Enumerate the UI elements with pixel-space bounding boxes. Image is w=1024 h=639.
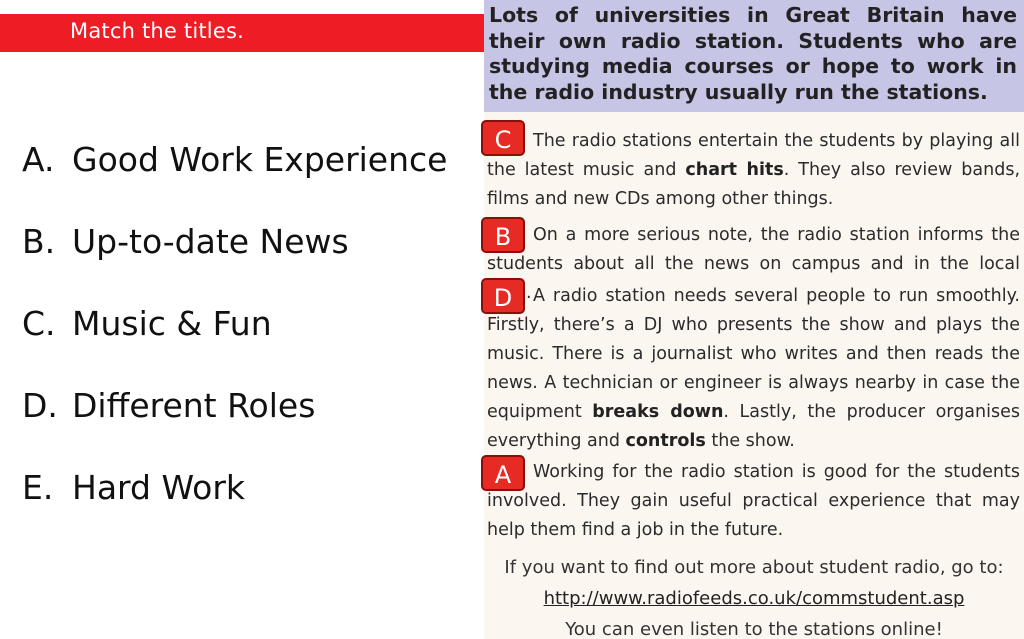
option-letter: E. — [22, 468, 54, 507]
footer-line: If you want to find out more about stude… — [504, 557, 1004, 578]
answer-badge-b: B — [481, 217, 525, 253]
article-paragraph-1: The radio stations entertain the student… — [487, 127, 1020, 214]
option-letter: A. — [22, 140, 55, 179]
radiofeeds-link[interactable]: http://www.radiofeeds.co.uk/commstudent.… — [484, 583, 1024, 614]
option-text: Different Roles — [72, 386, 316, 425]
option-letter: B. — [22, 222, 56, 261]
option-text: Hard Work — [72, 468, 246, 507]
option-e: E. Hard Work — [22, 468, 245, 507]
option-text: Up-to-date News — [72, 222, 349, 261]
answer-badge-c: C — [481, 120, 525, 156]
option-text: Good Work Experience — [72, 140, 448, 179]
option-c: C. Music & Fun — [22, 304, 272, 343]
paragraph-text: Working for the radio station is good fo… — [487, 462, 1020, 540]
answer-badge-a: A — [481, 455, 525, 491]
option-b: B. Up-to-date News — [22, 222, 349, 261]
article-footer: If you want to find out more about stude… — [484, 552, 1024, 639]
article-paragraph-3: A radio station needs several people to … — [487, 282, 1020, 456]
key-phrase: breaks down — [592, 402, 724, 422]
option-d: D. Different Roles — [22, 386, 315, 425]
option-a: A. Good Work Experience — [22, 140, 447, 179]
key-phrase: controls — [625, 431, 706, 451]
option-text: Music & Fun — [72, 304, 272, 343]
article-intro-box: Lots of universities in Great Britain ha… — [484, 0, 1024, 112]
header-bar: Match the titles. — [0, 14, 488, 52]
footer-line: You can even listen to the stations onli… — [565, 619, 943, 639]
key-phrase: chart hits — [685, 160, 784, 180]
answer-badge-d: D — [481, 278, 525, 314]
option-letter: D. — [22, 386, 58, 425]
option-letter: C. — [22, 304, 56, 343]
paragraph-text: the show. — [705, 431, 795, 451]
article-paragraph-4: Working for the radio station is good fo… — [487, 458, 1020, 545]
article-intro-text: Lots of universities in Great Britain ha… — [489, 3, 1017, 104]
article-panel: Lots of universities in Great Britain ha… — [484, 0, 1024, 639]
instruction-title: Match the titles. — [70, 19, 244, 43]
